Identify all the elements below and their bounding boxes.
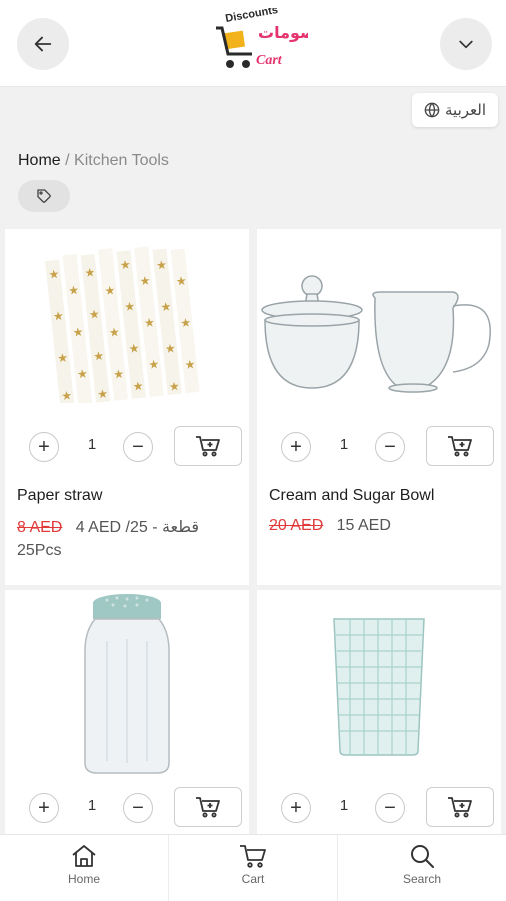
increase-quantity-button[interactable]: +	[281, 432, 311, 462]
old-price: 20 AED	[269, 517, 324, 534]
svg-text:★: ★	[108, 325, 120, 340]
product-card[interactable]: + 1 −	[5, 590, 249, 834]
decrease-quantity-button[interactable]: −	[123, 793, 153, 823]
cart-add-icon	[196, 436, 220, 457]
svg-text:★: ★	[61, 388, 73, 403]
add-to-cart-button[interactable]	[426, 426, 494, 466]
svg-text:★: ★	[139, 273, 151, 288]
svg-text:★: ★	[184, 357, 196, 372]
svg-text:★: ★	[104, 283, 116, 298]
product-image-cream-sugar-bowl[interactable]	[257, 229, 501, 417]
svg-text:★: ★	[57, 350, 69, 365]
language-switch-button[interactable]: العربية	[412, 93, 498, 127]
nav-search[interactable]: Search	[338, 835, 506, 901]
add-to-cart-button[interactable]	[174, 787, 242, 827]
product-unit: 25Pcs	[17, 542, 62, 559]
add-to-cart-button[interactable]	[426, 787, 494, 827]
dropdown-menu-button[interactable]	[440, 18, 492, 70]
cart-icon	[240, 845, 266, 868]
search-icon	[411, 845, 434, 868]
product-price: 8 AED 4 AED /25 - قطعة	[17, 517, 199, 537]
quantity-controls: + 1 −	[257, 422, 501, 472]
product-card[interactable]: + 1 − Cream and Sugar Bowl 20 AED 15 AED	[257, 229, 501, 585]
old-price: 8 AED	[17, 519, 63, 536]
breadcrumb-home[interactable]: Home	[18, 152, 61, 169]
new-price: 15 AED	[336, 517, 391, 534]
svg-text:★: ★	[119, 257, 131, 272]
product-image-glass-tumbler[interactable]	[257, 590, 501, 778]
breadcrumb: Home / Kitchen Tools	[18, 152, 169, 170]
svg-text:★: ★	[175, 274, 187, 289]
globe-icon	[424, 102, 440, 118]
nav-home-label: Home	[67, 872, 100, 886]
svg-text:★: ★	[160, 299, 172, 314]
product-card[interactable]: + 1 −	[257, 590, 501, 834]
svg-text:★: ★	[128, 341, 140, 356]
discounts-cart-logo: Discounts سلة الخصومات Cart	[212, 4, 376, 78]
svg-text:★: ★	[93, 349, 105, 364]
svg-text:★: ★	[132, 379, 144, 394]
app-header: Discounts سلة الخصومات Cart	[0, 0, 506, 87]
increase-quantity-button[interactable]: +	[281, 793, 311, 823]
add-to-cart-button[interactable]	[174, 426, 242, 466]
back-button[interactable]	[17, 18, 69, 70]
breadcrumb-current: Kitchen Tools	[74, 152, 169, 169]
svg-text:★: ★	[84, 265, 96, 280]
arrow-left-icon	[34, 36, 52, 52]
quantity-value: 1	[339, 797, 349, 814]
quantity-value: 1	[87, 436, 97, 453]
new-price: 4 AED /25 - قطعة	[75, 519, 200, 536]
svg-text:★: ★	[72, 325, 84, 340]
svg-text:★: ★	[148, 357, 160, 372]
tag-filter-button[interactable]	[18, 180, 70, 212]
product-image-paper-straw[interactable]: ★ ★ ★ ★ ★ ★ ★ ★ ★ ★ ★ ★ ★ ★ ★ ★ ★ ★ ★ ★ ★ ★ ★ ★ ★ ★ ★ ★	[5, 229, 249, 417]
product-price: 20 AED 15 AED	[269, 517, 391, 535]
cart-add-icon	[196, 797, 220, 818]
language-label: العربية	[445, 102, 486, 119]
decrease-quantity-button[interactable]: −	[123, 432, 153, 462]
home-icon	[72, 845, 96, 867]
quantity-value: 1	[339, 436, 349, 453]
quantity-controls: + 1 −	[5, 783, 249, 833]
svg-text:★: ★	[48, 267, 60, 282]
svg-text:★: ★	[68, 283, 80, 298]
bottom-navigation: Home Cart Search	[0, 834, 506, 901]
svg-text:★: ★	[143, 315, 155, 330]
quantity-value: 1	[87, 797, 97, 814]
nav-cart[interactable]: Cart	[169, 835, 338, 901]
increase-quantity-button[interactable]: +	[29, 793, 59, 823]
svg-text:Cart: Cart	[256, 53, 283, 68]
svg-text:★: ★	[124, 299, 136, 314]
tag-icon	[37, 189, 51, 203]
nav-cart-label: Cart	[241, 872, 265, 886]
svg-text:★: ★	[97, 386, 109, 401]
quantity-controls: + 1 −	[257, 783, 501, 833]
svg-text:★: ★	[180, 315, 192, 330]
product-name[interactable]: Cream and Sugar Bowl	[269, 487, 434, 505]
nav-home[interactable]: Home	[0, 835, 169, 901]
decrease-quantity-button[interactable]: −	[375, 432, 405, 462]
cart-add-icon	[448, 797, 472, 818]
svg-text:سلة الخصومات: سلة الخصومات	[258, 23, 308, 42]
svg-text:★: ★	[88, 307, 100, 322]
decrease-quantity-button[interactable]: −	[375, 793, 405, 823]
svg-text:★: ★	[113, 367, 125, 382]
svg-text:★: ★	[155, 258, 167, 273]
product-name[interactable]: Paper straw	[17, 487, 102, 505]
svg-text:★: ★	[52, 309, 64, 324]
svg-text:★: ★	[164, 341, 176, 356]
nav-search-label: Search	[402, 872, 442, 886]
product-image-glass-jar[interactable]	[5, 590, 249, 778]
cart-add-icon	[448, 436, 472, 457]
quantity-controls: + 1 −	[5, 422, 249, 472]
breadcrumb-separator: /	[65, 152, 70, 169]
product-card[interactable]: ★ ★ ★ ★ ★ ★ ★ ★ ★ ★ ★ ★ ★ ★ ★ ★ ★ ★ ★ ★ ★ ★ ★ ★ ★ ★ ★ ★ + 1 −…	[5, 229, 249, 585]
increase-quantity-button[interactable]: +	[29, 432, 59, 462]
svg-text:★: ★	[168, 379, 180, 394]
chevron-down-icon	[459, 40, 473, 49]
svg-text:★: ★	[76, 366, 88, 381]
